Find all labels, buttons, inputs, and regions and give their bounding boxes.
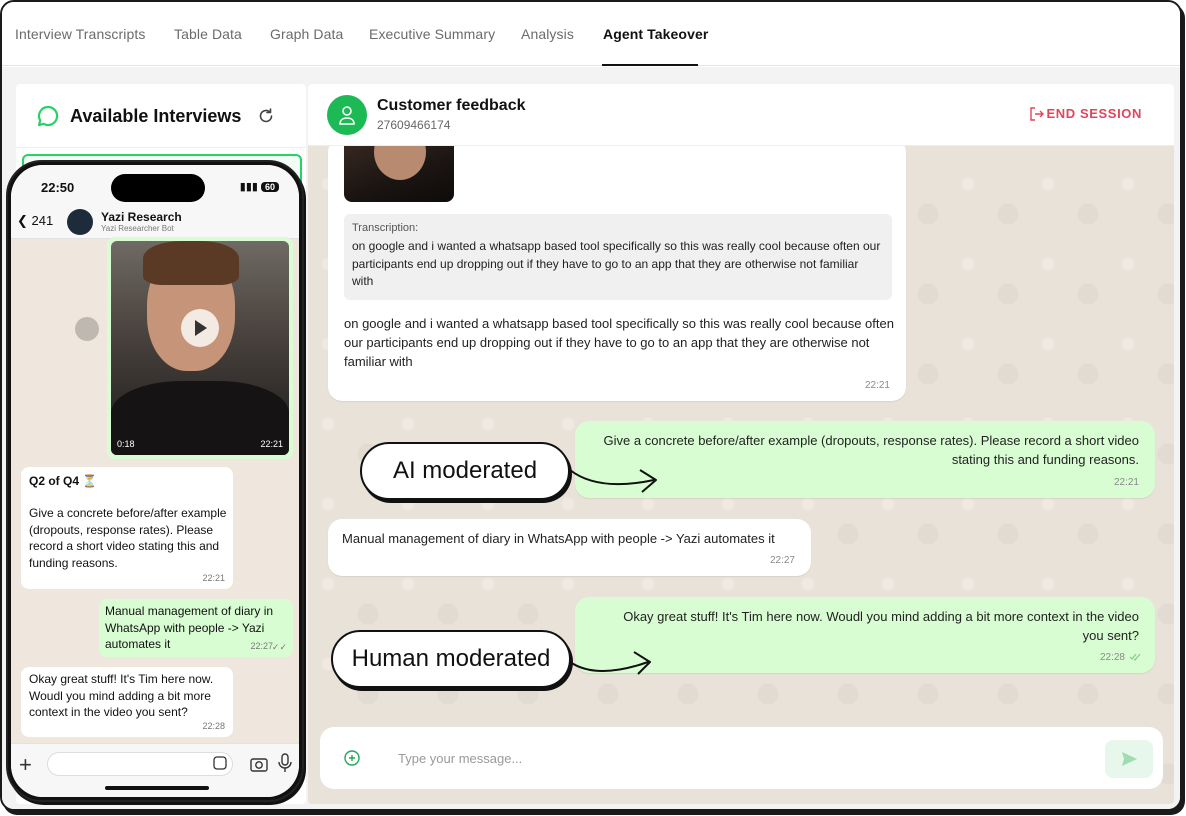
phone-message-text: Okay great stuff! It's Tim here now. Wou… <box>29 672 214 719</box>
signal-icon: ▮▮▮ <box>239 181 261 193</box>
tab-analysis[interactable]: Analysis <box>521 26 574 42</box>
phone-status-bar: 22:50 ▮▮▮ 60 <box>11 165 299 213</box>
message-text: Okay great stuff! It's Tim here now. Wou… <box>623 609 1139 643</box>
phone-video-message[interactable]: 0:18 22:21 <box>107 237 293 459</box>
microphone-icon[interactable] <box>277 752 293 774</box>
sticker-icon[interactable] <box>213 756 227 770</box>
chat-header: Customer feedback 27609466174 END SESSIO… <box>308 84 1174 146</box>
active-tab-indicator <box>602 64 698 66</box>
transcription-text: on google and i wanted a whatsapp based … <box>352 239 881 288</box>
ai-moderated-label: AI moderated <box>392 457 538 484</box>
phone-contact-subtitle: Yazi Researcher Bot <box>101 224 174 233</box>
human-moderated-callout: Human moderated <box>331 630 571 688</box>
end-session-label: END SESSION <box>1046 106 1142 121</box>
contact-logo <box>67 209 93 235</box>
phone-status-icons: ▮▮▮ 60 <box>240 180 279 193</box>
back-count: 241 <box>31 213 54 228</box>
chat-contact-phone: 27609466174 <box>377 118 451 132</box>
send-icon <box>1122 752 1137 766</box>
phone-message-title: Q2 of Q4 ⏳ <box>29 474 98 488</box>
phone-mockup: 22:50 ▮▮▮ 60 ❮ 241 Yazi Research Yazi Re… <box>6 160 304 802</box>
battery-icon: 60 <box>260 182 279 192</box>
phone-message-time: 22:27 <box>250 640 273 651</box>
phone-message-text: Give a concrete before/after example (dr… <box>29 506 227 570</box>
tab-interview-transcripts[interactable]: Interview Transcripts <box>15 26 145 42</box>
play-icon[interactable] <box>181 309 219 347</box>
sidebar-header: Available Interviews <box>16 84 306 148</box>
app-window: Interview Transcripts Table Data Graph D… <box>0 0 1182 811</box>
message-input[interactable] <box>398 747 1078 769</box>
message-composer <box>320 727 1163 789</box>
tab-graph-data[interactable]: Graph Data <box>270 26 343 42</box>
forward-icon[interactable] <box>75 317 99 341</box>
message-time: 22:21 <box>864 380 890 391</box>
phone-message-incoming: Okay great stuff! It's Tim here now. Wou… <box>21 667 233 737</box>
message-incoming: Manual management of diary in WhatsApp w… <box>328 519 811 576</box>
end-session-button[interactable]: END SESSION <box>1029 106 1142 121</box>
home-indicator <box>105 786 209 790</box>
phone-message-input[interactable] <box>47 752 233 776</box>
message-text: on google and i wanted a whatsapp based … <box>344 316 894 369</box>
message-outgoing: Give a concrete before/after example (dr… <box>575 421 1155 498</box>
avatar <box>327 95 367 135</box>
arrow-icon <box>569 651 651 675</box>
human-moderated-label: Human moderated <box>351 645 551 672</box>
user-icon <box>339 106 355 125</box>
ai-moderated-callout: AI moderated <box>360 442 570 500</box>
message-text: Give a concrete before/after example (dr… <box>603 433 1139 467</box>
video-thumbnail[interactable] <box>344 138 454 202</box>
phone-composer: + <box>11 743 299 797</box>
message-text: Manual management of diary in WhatsApp w… <box>342 531 775 546</box>
tab-executive-summary[interactable]: Executive Summary <box>369 26 495 42</box>
video-time: 22:21 <box>260 439 283 449</box>
tab-bar: Interview Transcripts Table Data Graph D… <box>2 2 1180 66</box>
double-check-icon <box>1129 653 1141 661</box>
chevron-left-icon: ❮ <box>17 213 28 228</box>
dynamic-island <box>111 174 205 202</box>
arrow-icon <box>569 469 657 493</box>
phone-contact-name: Yazi Research <box>101 210 182 224</box>
transcription-box: Transcription: on google and i wanted a … <box>344 214 892 300</box>
logout-icon <box>1029 106 1044 121</box>
chat-bubble-icon <box>37 105 59 127</box>
video-duration: 0:18 <box>117 439 135 449</box>
sidebar-title: Available Interviews <box>70 106 242 126</box>
camera-icon[interactable] <box>249 754 269 774</box>
phone-message-incoming: Q2 of Q4 ⏳ Give a concrete before/after … <box>21 467 233 589</box>
message-time: 22:27 <box>769 555 795 566</box>
double-check-icon: ✓✓ <box>271 641 287 652</box>
message-outgoing: Okay great stuff! It's Tim here now. Wou… <box>575 597 1155 673</box>
message-time: 22:21 <box>1113 477 1139 488</box>
send-button[interactable] <box>1105 740 1153 778</box>
plus-icon[interactable]: + <box>19 752 32 778</box>
tab-table-data[interactable]: Table Data <box>174 26 242 42</box>
phone-message-time: 22:28 <box>202 720 225 731</box>
phone-screen: 22:50 ▮▮▮ 60 ❮ 241 Yazi Research Yazi Re… <box>11 165 299 797</box>
phone-chat-header: ❮ 241 Yazi Research Yazi Researcher Bot <box>11 207 299 239</box>
message-time: 22:28 <box>1099 652 1125 663</box>
add-circle-icon[interactable] <box>342 748 362 768</box>
back-button[interactable]: ❮ 241 <box>17 213 53 229</box>
phone-message-time: 22:21 <box>202 572 225 583</box>
refresh-icon[interactable] <box>256 106 276 126</box>
tab-agent-takeover[interactable]: Agent Takeover <box>603 26 708 42</box>
phone-clock: 22:50 <box>41 180 75 195</box>
message-incoming: Transcription: on google and i wanted a … <box>328 138 906 401</box>
chat-contact-name: Customer feedback <box>377 97 526 114</box>
transcription-label: Transcription: <box>352 222 419 234</box>
phone-message-outgoing: Manual management of diary in WhatsApp w… <box>99 599 293 657</box>
